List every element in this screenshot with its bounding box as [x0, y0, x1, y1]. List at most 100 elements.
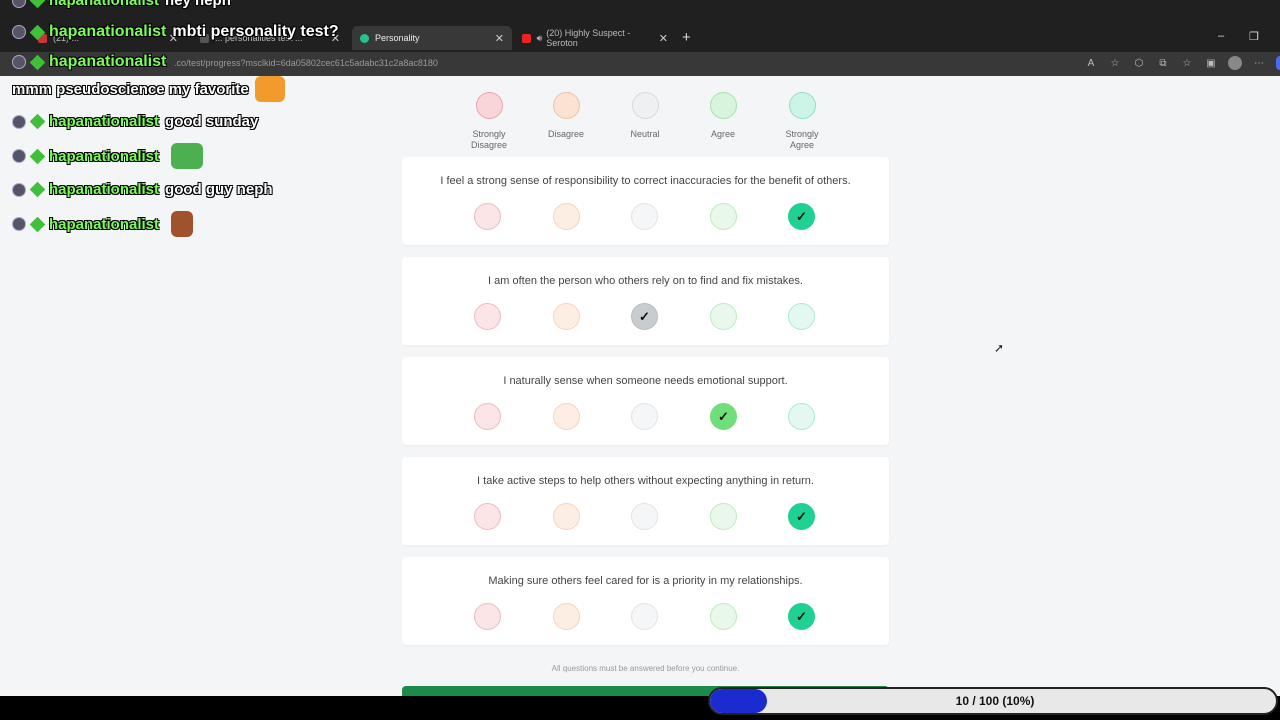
answer-neutral[interactable]	[631, 203, 658, 230]
sub-badge-icon	[29, 24, 46, 40]
tab-personality[interactable]: Personality ✕	[352, 26, 512, 50]
answer-disagree[interactable]	[553, 503, 580, 530]
answer-neutral[interactable]: ✓	[631, 303, 658, 330]
youtube-icon	[522, 33, 531, 43]
pepe-emote-icon	[171, 143, 204, 169]
answer-neutral[interactable]	[631, 603, 658, 630]
avatar-badge-icon	[12, 149, 26, 163]
tab-youtube[interactable]: 🔊︎ (20) Highly Suspect - Seroton ✕	[514, 26, 676, 50]
screen: (21) ... ✕ ... personalities test ... ✕ …	[0, 0, 1280, 720]
avatar-badge-icon	[12, 0, 26, 8]
scale-disagree: Disagree	[539, 92, 593, 140]
read-aloud-icon[interactable]: A	[1084, 56, 1098, 70]
scale-circle	[788, 92, 816, 119]
answer-strongly-disagree[interactable]	[474, 203, 501, 230]
mouse-cursor-icon: ➚	[994, 341, 1005, 355]
split-screen-icon[interactable]: ⧉	[1156, 56, 1170, 70]
chat-text: hey neph	[165, 0, 231, 9]
scale-label: Agree	[710, 129, 736, 139]
scale-circle	[475, 92, 503, 119]
avatar-badge-icon	[12, 114, 26, 129]
scale-label: Disagree	[547, 129, 585, 139]
answer-strongly-agree[interactable]: ✓	[788, 603, 815, 630]
answer-agree[interactable]: ✓	[710, 403, 737, 430]
scale-neutral: Neutral	[618, 92, 672, 140]
stream-chat-overlay: hapanationalist hey neph hapanationalist…	[0, 0, 360, 240]
scale-circle	[552, 92, 580, 119]
extensions-icon[interactable]: ⬡	[1132, 56, 1146, 70]
scale-agree: Agree	[696, 92, 750, 140]
answer-strongly-agree[interactable]: ✓	[788, 203, 815, 230]
question-card: I take active steps to help others witho…	[402, 457, 889, 545]
copilot-icon[interactable]	[1276, 56, 1280, 70]
chat-text: mmm pseudoscience my favorite	[12, 80, 249, 98]
duck-emote-icon	[254, 76, 285, 102]
avatar-badge-icon	[12, 25, 26, 39]
new-tab-icon[interactable]: +	[682, 29, 691, 46]
check-icon: ✓	[796, 508, 807, 524]
answer-disagree[interactable]	[553, 303, 580, 330]
profile-avatar[interactable]	[1228, 56, 1242, 70]
more-menu-icon[interactable]: ⋯	[1252, 56, 1266, 70]
chat-message: hapanationalist hey neph	[12, 0, 231, 9]
chat-username: hapanationalist	[49, 113, 160, 130]
favorites-icon[interactable]: ☆	[1180, 56, 1194, 70]
tab-label: Personality	[375, 33, 420, 43]
chat-message: hapanationalist mbti personality test?	[12, 23, 339, 41]
scale-strongly-agree: Strongly Agree	[775, 92, 829, 151]
answer-agree[interactable]	[710, 203, 737, 230]
tab-favicon	[360, 33, 369, 43]
answer-strongly-disagree[interactable]	[474, 403, 501, 430]
scale-strongly-disagree: Strongly Disagree	[462, 92, 516, 151]
answer-strongly-agree[interactable]	[788, 403, 815, 430]
answer-neutral[interactable]	[631, 503, 658, 530]
check-icon: ✓	[639, 308, 650, 324]
collections-icon[interactable]: ▣	[1204, 56, 1218, 70]
answer-neutral[interactable]	[631, 403, 658, 430]
answer-agree[interactable]	[710, 303, 737, 330]
chat-text: good guy neph	[165, 181, 273, 198]
answer-disagree[interactable]	[553, 203, 580, 230]
chat-message: mmm pseudoscience my favorite	[12, 76, 285, 102]
chat-text: good sunday	[165, 113, 259, 130]
sub-badge-icon	[29, 148, 46, 164]
sub-badge-icon	[29, 216, 46, 232]
question-text: I naturally sense when someone needs emo…	[503, 375, 788, 387]
minimize-icon[interactable]: –	[1218, 30, 1224, 42]
favorite-star-icon[interactable]: ☆	[1108, 56, 1122, 70]
answer-agree[interactable]	[710, 503, 737, 530]
answer-strongly-disagree[interactable]	[474, 503, 501, 530]
close-icon[interactable]: ✕	[659, 32, 668, 45]
chat-username: hapanationalist	[49, 23, 167, 40]
answer-disagree[interactable]	[553, 403, 580, 430]
avatar-badge-icon	[12, 182, 26, 197]
speaker-icon[interactable]: 🔊︎	[537, 33, 543, 44]
question-text: I am often the person who others rely on…	[488, 275, 803, 287]
answer-strongly-disagree[interactable]	[474, 303, 501, 330]
chat-username: hapanationalist	[49, 53, 167, 70]
answer-agree[interactable]	[710, 603, 737, 630]
tab-label: (20) Highly Suspect - Seroton	[546, 28, 631, 48]
chat-message: hapanationalist	[12, 211, 194, 237]
close-icon[interactable]: ✕	[495, 32, 504, 45]
chat-username: hapanationalist	[49, 147, 160, 165]
question-text: Making sure others feel cared for is a p…	[488, 575, 803, 587]
answer-disagree[interactable]	[553, 603, 580, 630]
sub-badge-icon	[29, 181, 46, 198]
answer-strongly-agree[interactable]: ✓	[788, 503, 815, 530]
sub-badge-icon	[29, 113, 46, 130]
answer-strongly-agree[interactable]	[788, 303, 815, 330]
chat-username: hapanationalist	[49, 181, 160, 198]
chat-message: hapanationalist	[12, 53, 172, 71]
scale-label: Neutral	[630, 129, 660, 139]
sub-badge-icon	[29, 54, 46, 70]
maximize-icon[interactable]: ❐	[1249, 30, 1259, 43]
check-icon: ✓	[796, 608, 807, 624]
answer-strongly-disagree[interactable]	[474, 603, 501, 630]
check-icon: ✓	[718, 408, 729, 424]
chat-username: hapanationalist	[49, 215, 160, 233]
scale-circle	[709, 92, 737, 119]
chat-text: mbti personality test?	[172, 23, 339, 40]
chat-message: hapanationalist	[12, 143, 204, 169]
avatar-badge-icon	[12, 55, 26, 69]
